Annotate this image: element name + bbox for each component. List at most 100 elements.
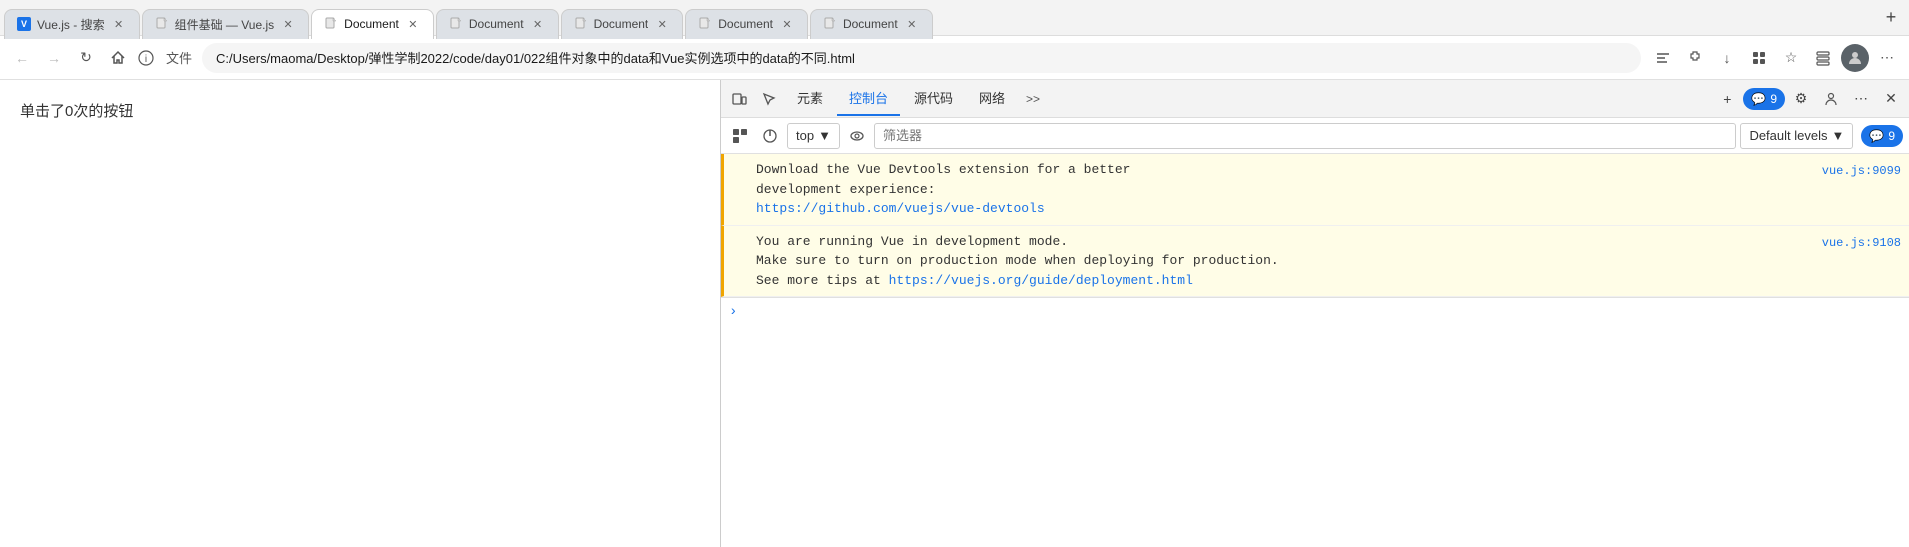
tab-close-doc7[interactable]: ✕ (904, 16, 920, 32)
browser-menu-button[interactable]: ⋯ (1873, 44, 1901, 72)
browser-frame: V Vue.js - 搜索 ✕ 组件基础 — Vue.js ✕ Document (0, 0, 1909, 547)
tab-title-doc5: Document (594, 17, 649, 31)
device-toolbar-button[interactable] (725, 85, 753, 113)
console-input-row: › (721, 297, 1909, 326)
tab-close-components[interactable]: ✕ (280, 16, 296, 32)
eye-icon-button[interactable] (844, 123, 870, 149)
devtools-tab-elements[interactable]: 元素 (785, 82, 835, 116)
tab-favicon-doc4 (449, 17, 463, 31)
page-content: 单击了0次的按钮 (0, 80, 720, 547)
tab-components[interactable]: 组件基础 — Vue.js ✕ (142, 9, 310, 39)
extensions-button[interactable] (1681, 44, 1709, 72)
message-badge-icon: 💬 (1751, 92, 1766, 106)
console-clear-button[interactable] (727, 123, 753, 149)
console-msg-1-line2: development experience: (756, 182, 935, 197)
context-selector[interactable]: top ▼ (787, 123, 840, 149)
console-msg-2-source[interactable]: vue.js:9108 (1822, 234, 1901, 252)
console-toolbar: top ▼ Default levels ▼ 💬 9 (721, 118, 1909, 154)
devtools-panel: 元素 控制台 源代码 网络 >> + 💬 9 (720, 80, 1909, 547)
tab-close-doc3[interactable]: ✕ (405, 16, 421, 32)
profile-avatar[interactable] (1841, 44, 1869, 72)
context-dropdown-icon: ▼ (818, 128, 831, 143)
tab-document7[interactable]: Document ✕ (810, 9, 933, 39)
favorites-button[interactable]: ☆ (1777, 44, 1805, 72)
console-filter-button[interactable] (757, 123, 783, 149)
tab-document-active[interactable]: Document ✕ (311, 9, 434, 39)
tab-document5[interactable]: Document ✕ (561, 9, 684, 39)
devtools-add-button[interactable]: + (1713, 85, 1741, 113)
levels-value: Default levels (1749, 128, 1827, 143)
devtools-tab-sources[interactable]: 源代码 (902, 82, 965, 116)
console-msg-1: Download the Vue Devtools extension for … (721, 154, 1909, 226)
doc-favicon-icon (155, 17, 169, 31)
back-button[interactable]: ← (8, 44, 36, 72)
forward-button[interactable]: → (40, 44, 68, 72)
doc5-favicon-icon (574, 17, 588, 31)
tab-title-doc7: Document (843, 17, 898, 31)
extensions2-button[interactable] (1745, 44, 1773, 72)
tab-close-doc5[interactable]: ✕ (654, 16, 670, 32)
inspect-element-button[interactable] (755, 85, 783, 113)
tab-close-doc4[interactable]: ✕ (530, 16, 546, 32)
console-message-badge[interactable]: 💬 9 (1861, 125, 1903, 147)
doc7-favicon-icon (823, 17, 837, 31)
console-msg-1-line1: Download the Vue Devtools extension for … (756, 162, 1130, 177)
tab-title-doc4: Document (469, 17, 524, 31)
levels-selector[interactable]: Default levels ▼ (1740, 123, 1853, 149)
address-bar[interactable] (202, 43, 1641, 73)
console-msg-1-link[interactable]: https://github.com/vuejs/vue-devtools (756, 201, 1045, 216)
console-msg-2-line1: You are running Vue in development mode. (756, 234, 1068, 249)
tab-vuejs[interactable]: V Vue.js - 搜索 ✕ (4, 9, 140, 39)
tab-favicon-doc3 (324, 17, 338, 31)
console-msg-2: You are running Vue in development mode.… (721, 226, 1909, 298)
home-button[interactable] (104, 44, 132, 72)
tab-document6[interactable]: Document ✕ (685, 9, 808, 39)
devtools-connect-button[interactable] (1817, 85, 1845, 113)
console-msg-1-content: Download the Vue Devtools extension for … (756, 160, 1814, 219)
console-chevron-icon: › (729, 304, 737, 320)
tab-favicon-doc6 (698, 17, 712, 31)
info-icon[interactable]: i (136, 48, 156, 68)
message-badge-count: 9 (1770, 92, 1777, 106)
nav-bar-end: ↓ ☆ (1649, 44, 1901, 72)
console-badge-icon: 💬 (1869, 129, 1884, 143)
devtools-tab-bar: 元素 控制台 源代码 网络 >> + 💬 9 (721, 80, 1909, 118)
devtools-more-button[interactable]: ⋯ (1847, 85, 1875, 113)
console-msg-2-link[interactable]: https://vuejs.org/guide/deployment.html (889, 273, 1193, 288)
tab-favicon-doc5 (574, 17, 588, 31)
doc4-favicon-icon (449, 17, 463, 31)
devtools-more-tabs-button[interactable]: >> (1019, 85, 1047, 113)
main-area: 单击了0次的按钮 元素 (0, 80, 1909, 547)
tab-document4[interactable]: Document ✕ (436, 9, 559, 39)
console-msg-1-source[interactable]: vue.js:9099 (1822, 162, 1901, 180)
console-output: Download the Vue Devtools extension for … (721, 154, 1909, 547)
read-mode-button[interactable] (1649, 44, 1677, 72)
console-input[interactable] (743, 305, 1901, 320)
tab-close-vuejs[interactable]: ✕ (111, 16, 127, 32)
console-filter-input[interactable] (874, 123, 1736, 149)
vuejs-favicon-icon: V (17, 17, 31, 31)
context-value: top (796, 128, 814, 143)
levels-dropdown-icon: ▼ (1831, 128, 1844, 143)
console-msg-2-line2: Make sure to turn on production mode whe… (756, 253, 1279, 268)
tab-close-doc6[interactable]: ✕ (779, 16, 795, 32)
downloads-button[interactable]: ↓ (1713, 44, 1741, 72)
devtools-tab-console[interactable]: 控制台 (837, 82, 900, 116)
devtools-message-badge[interactable]: 💬 9 (1743, 88, 1785, 110)
new-tab-button[interactable]: + (1877, 4, 1905, 32)
click-count-label: 单击了0次的按钮 (20, 103, 133, 120)
tab-title-vuejs: Vue.js - 搜索 (37, 16, 105, 33)
tab-bar: V Vue.js - 搜索 ✕ 组件基础 — Vue.js ✕ Document (0, 0, 1909, 36)
tab-title-doc6: Document (718, 17, 773, 31)
tab-bar-end: + (1873, 4, 1905, 32)
devtools-close-button[interactable]: ✕ (1877, 85, 1905, 113)
devtools-settings-button[interactable]: ⚙ (1787, 85, 1815, 113)
tab-favicon-components (155, 17, 169, 31)
collections-button[interactable] (1809, 44, 1837, 72)
svg-text:i: i (145, 54, 147, 65)
file-label: 文件 (160, 48, 198, 67)
tab-favicon-doc7 (823, 17, 837, 31)
refresh-button[interactable]: ↻ (72, 44, 100, 72)
devtools-tab-network[interactable]: 网络 (967, 82, 1017, 116)
doc6-favicon-icon (698, 17, 712, 31)
